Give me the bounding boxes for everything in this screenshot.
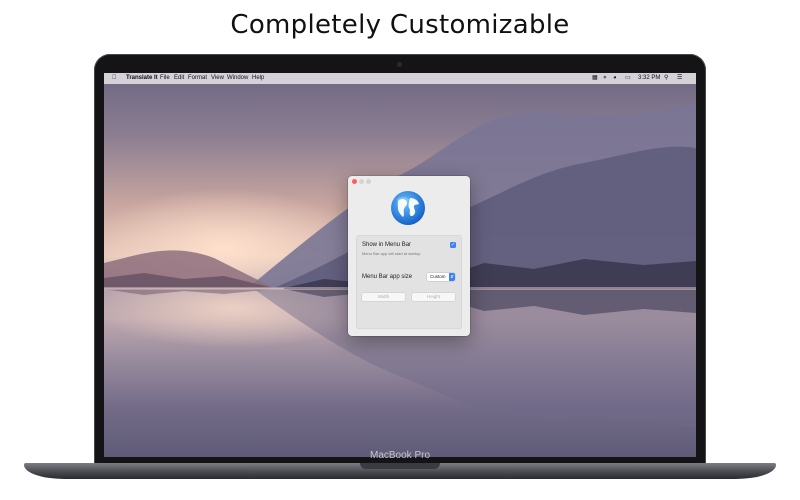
height-field[interactable]: Height <box>412 293 455 301</box>
menu-app-name[interactable]: Translate It <box>126 73 158 84</box>
bluetooth-icon[interactable]: ⋄ <box>603 73 607 84</box>
search-icon[interactable]: ⚲ <box>664 73 668 84</box>
menubar-clock[interactable]: 3:32 PM <box>638 73 660 84</box>
laptop-base <box>24 463 776 479</box>
close-button[interactable] <box>352 179 357 184</box>
menu-bar-app-size-select[interactable]: Custom ⇵ <box>427 273 455 281</box>
menu-view[interactable]: View <box>211 73 224 84</box>
menu-window[interactable]: Window <box>227 73 248 84</box>
menu-format[interactable]: Format <box>188 73 207 84</box>
menu-bar:  Translate It File Edit Format View Win… <box>104 73 696 84</box>
laptop-brand-label: MacBook Pro <box>369 450 431 461</box>
zoom-button[interactable] <box>366 179 371 184</box>
menu-file[interactable]: File <box>160 73 170 84</box>
laptop-lid:  Translate It File Edit Format View Win… <box>94 54 706 464</box>
camera <box>397 62 402 67</box>
menu-bar-app-size-value: Custom <box>430 274 446 279</box>
show-in-menu-bar-checkbox[interactable]: ✓ <box>450 242 456 248</box>
show-in-menu-bar-hint: Menu Bar app will start at startup <box>362 251 421 256</box>
globe-icon <box>391 191 425 225</box>
laptop-hinge-notch <box>360 463 440 469</box>
show-in-menu-bar-label: Show in Menu Bar <box>362 242 412 248</box>
desktop-screen:  Translate It File Edit Format View Win… <box>104 73 696 457</box>
headline: Completely Customizable <box>230 10 570 40</box>
settings-window: Show in Menu Bar ✓ Menu Bar app will sta… <box>348 176 470 336</box>
menu-bar-app-size-label: Menu Bar app size <box>362 274 413 280</box>
menu-help[interactable]: Help <box>252 73 264 84</box>
wifi-icon[interactable]: ◕ <box>613 73 617 84</box>
translate-status-icon[interactable]: ▦ <box>592 73 598 84</box>
battery-icon[interactable]: ▭ <box>625 73 631 84</box>
width-field[interactable]: Width <box>362 293 405 301</box>
menu-edit[interactable]: Edit <box>174 73 184 84</box>
apple-menu-icon[interactable]:  <box>112 73 117 84</box>
select-chevron-icon: ⇵ <box>449 273 455 281</box>
control-center-icon[interactable]: ☰ <box>677 73 682 84</box>
minimize-button[interactable] <box>359 179 364 184</box>
settings-panel: Show in Menu Bar ✓ Menu Bar app will sta… <box>356 235 462 329</box>
